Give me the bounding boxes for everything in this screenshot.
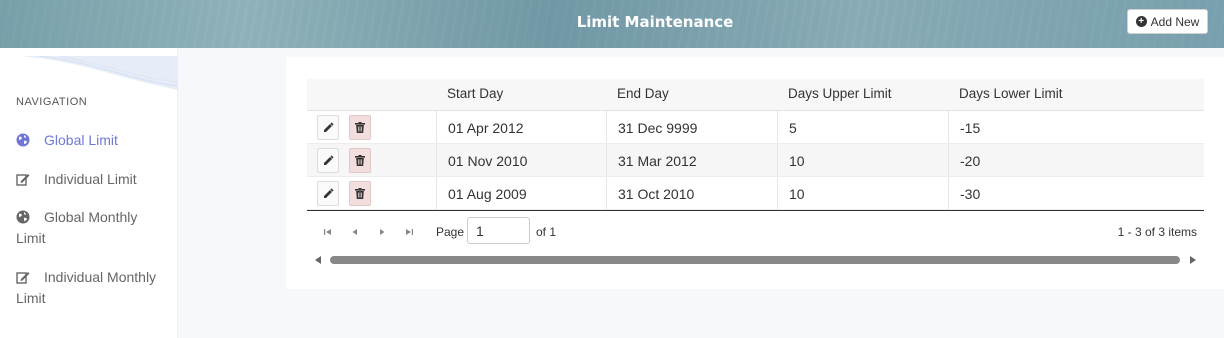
cell-end-day: 31 Dec 9999 [607, 111, 778, 143]
cell-days-lower-limit: -30 [960, 186, 981, 202]
cell-days-lower-limit: -15 [960, 120, 981, 136]
cell-end-day: 31 Oct 2010 [607, 177, 778, 209]
next-page-icon[interactable] [375, 225, 389, 239]
pencil-icon [323, 155, 334, 165]
cell-days-lower-limit: -20 [960, 153, 981, 169]
add-new-label: Add New [1150, 14, 1200, 29]
scroll-left-icon[interactable] [313, 255, 323, 265]
sidebar-item-individual-limit[interactable]: Individual Limit [16, 169, 166, 190]
page-title: Limit Maintenance [576, 13, 734, 31]
cell-days-upper-limit: 10 [778, 177, 949, 209]
trash-icon [355, 122, 365, 133]
pager: Page of 1 1 - 3 of 3 items [307, 211, 1204, 286]
row-actions [307, 144, 437, 176]
cell-end-day: 31 Mar 2012 [607, 144, 778, 176]
sidebar-item-label: Individual Monthly Limit [16, 269, 157, 306]
previous-page-icon[interactable] [348, 225, 362, 239]
sidebar-item-global-monthly-limit[interactable]: Global Monthly Limit [16, 207, 166, 249]
edit-icon [16, 272, 30, 284]
page-label: Page [436, 225, 465, 239]
globe-icon [16, 133, 30, 147]
sidebar: NAVIGATION Global Limit Individual Limit… [0, 48, 178, 338]
column-header-actions [307, 79, 437, 110]
add-new-button[interactable]: + Add New [1127, 9, 1208, 34]
cell-start-day: 01 Apr 2012 [437, 111, 607, 143]
cell-days-upper-limit: 5 [778, 111, 949, 143]
nav-heading: NAVIGATION [16, 96, 88, 108]
scrollbar-thumb[interactable] [330, 256, 1180, 264]
column-header-start-day[interactable]: Start Day [437, 79, 607, 110]
pencil-icon [323, 122, 334, 132]
globe-icon [16, 210, 30, 224]
edit-icon [16, 174, 30, 186]
page-number-input[interactable] [467, 217, 530, 244]
cell-days-upper-limit: 10 [778, 144, 949, 176]
last-page-icon[interactable] [402, 225, 416, 239]
limit-grid: Start Day End Day Days Upper Limit Days … [307, 79, 1204, 210]
trash-icon [355, 155, 365, 166]
column-header-days-lower-limit[interactable]: Days Lower Limit [949, 79, 1204, 110]
page-header: Limit Maintenance + Add New [0, 0, 1224, 48]
cell-start-day: 01 Nov 2010 [437, 144, 607, 176]
table-row: 01 Aug 2009 31 Oct 2010 10 -30 [307, 177, 1204, 210]
row-actions [307, 177, 437, 209]
sidebar-item-individual-monthly-limit[interactable]: Individual Monthly Limit [16, 267, 166, 309]
horizontal-scrollbar[interactable] [313, 254, 1198, 266]
cell-start-day: 01 Aug 2009 [437, 177, 607, 209]
edit-button[interactable] [317, 115, 339, 140]
sidebar-item-label: Global Limit [44, 132, 118, 148]
pager-info: 1 - 3 of 3 items [1117, 225, 1197, 239]
trash-icon [355, 188, 365, 199]
sidebar-decoration [20, 56, 178, 90]
row-actions [307, 111, 437, 143]
scroll-right-icon[interactable] [1188, 255, 1198, 265]
delete-button[interactable] [349, 181, 371, 206]
delete-button[interactable] [349, 148, 371, 173]
grid-header: Start Day End Day Days Upper Limit Days … [307, 79, 1204, 111]
plus-circle-icon: + [1135, 16, 1147, 27]
table-row: 01 Apr 2012 31 Dec 9999 5 -15 [307, 111, 1204, 144]
sidebar-item-global-limit[interactable]: Global Limit [16, 130, 166, 151]
edit-button[interactable] [317, 181, 339, 206]
column-header-end-day[interactable]: End Day [607, 79, 778, 110]
page-count-label: of 1 [536, 225, 557, 239]
table-row: 01 Nov 2010 31 Mar 2012 10 -20 [307, 144, 1204, 177]
sidebar-item-label: Individual Limit [44, 171, 137, 187]
pencil-icon [323, 188, 334, 198]
delete-button[interactable] [349, 115, 371, 140]
column-header-days-upper-limit[interactable]: Days Upper Limit [778, 79, 949, 110]
sidebar-item-label: Global Monthly Limit [16, 209, 138, 246]
edit-button[interactable] [317, 148, 339, 173]
first-page-icon[interactable] [321, 225, 335, 239]
